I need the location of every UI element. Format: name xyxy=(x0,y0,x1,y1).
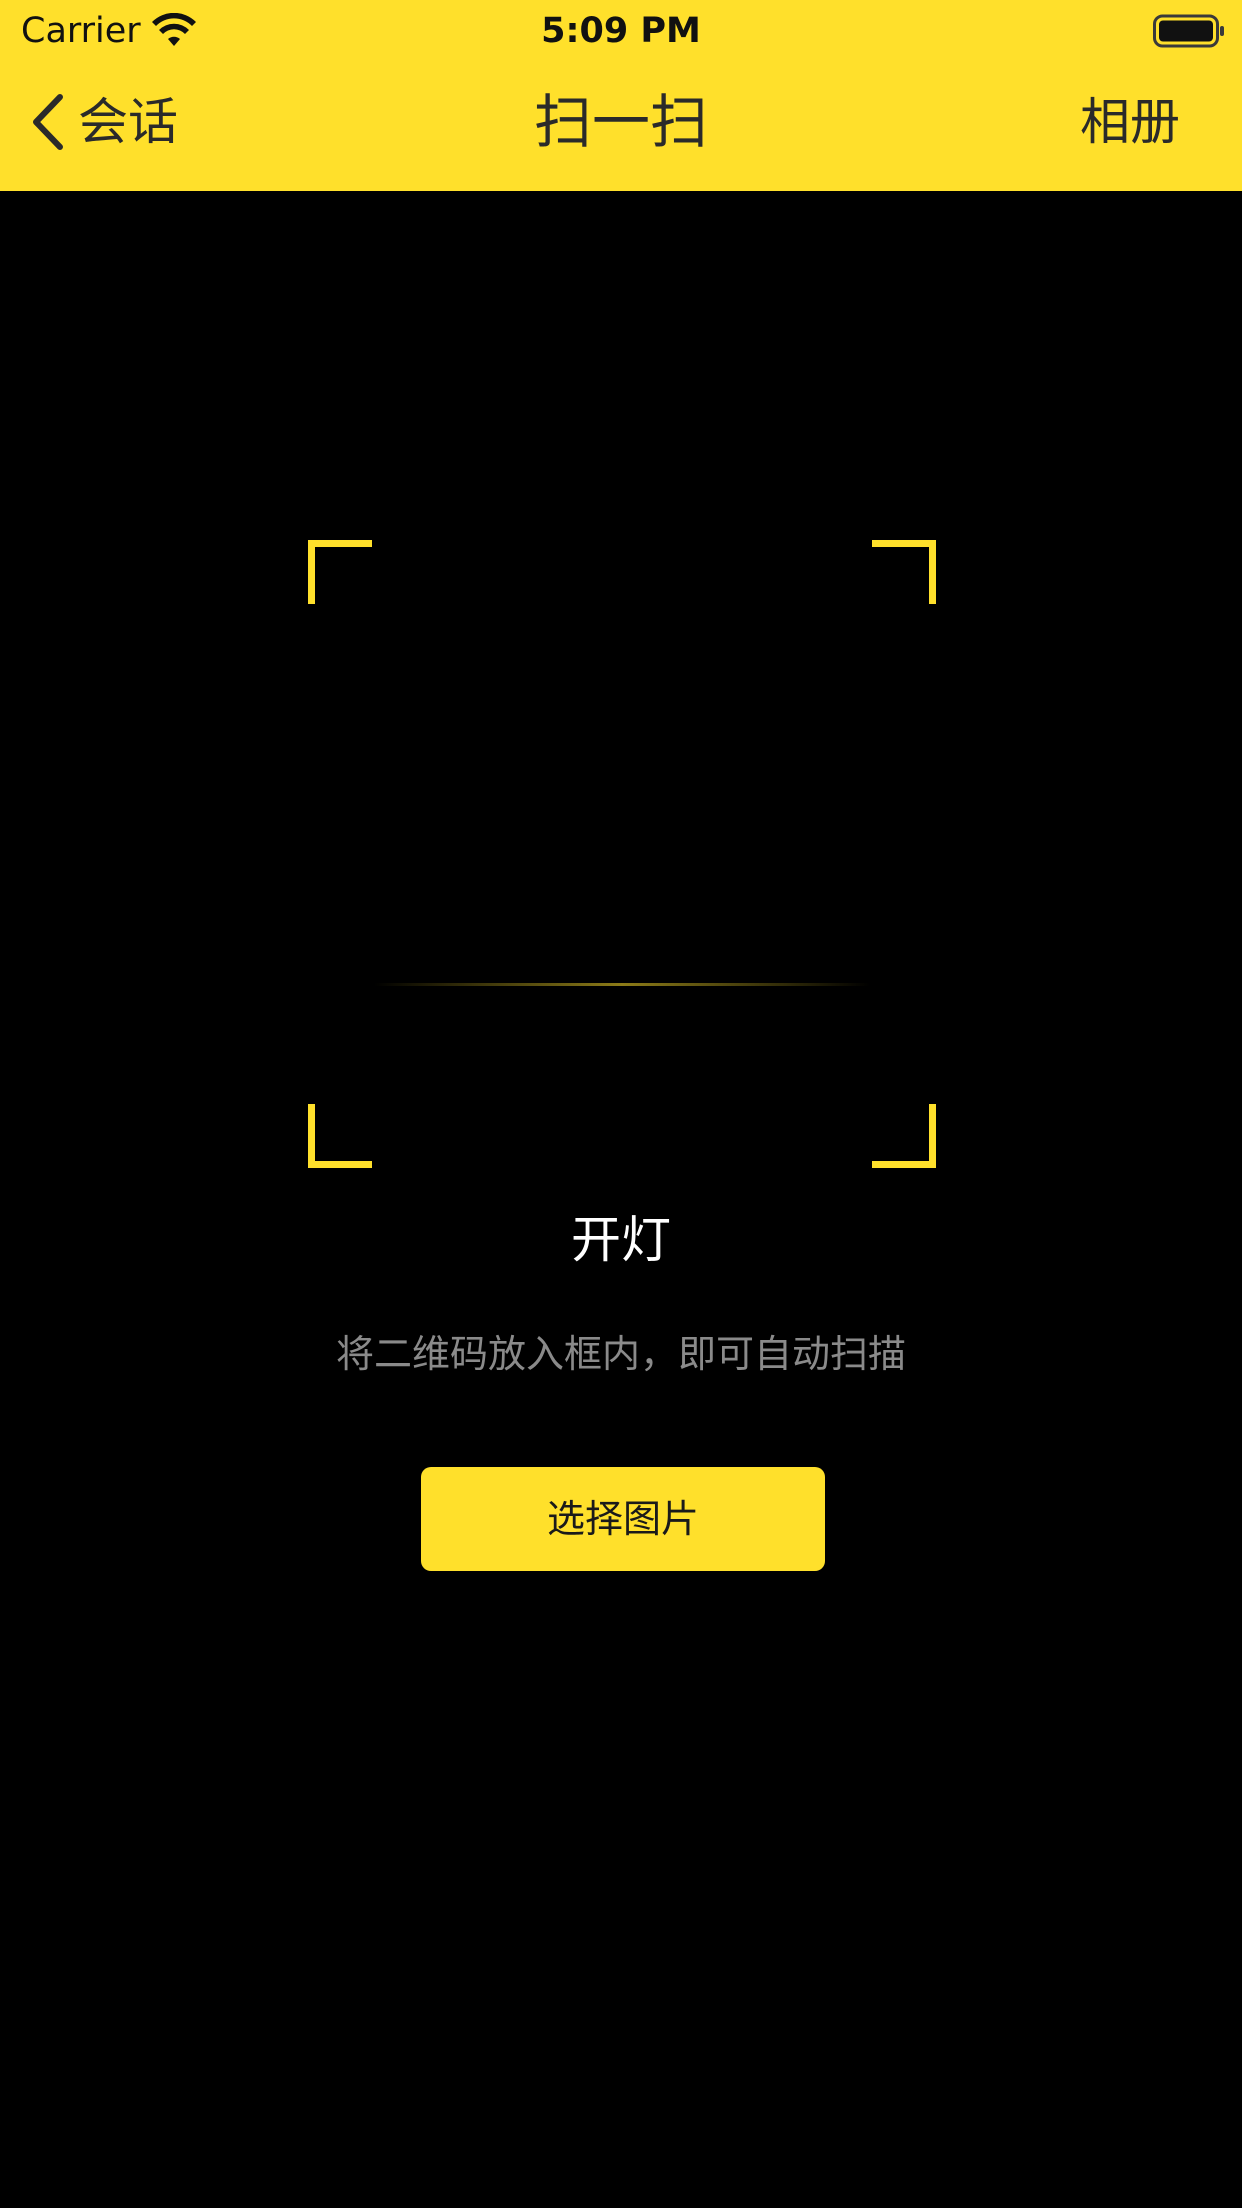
battery-full-icon xyxy=(1153,14,1224,48)
scan-frame-corner-top-left xyxy=(308,540,372,604)
scan-frame xyxy=(308,540,936,1168)
back-button-label: 会话 xyxy=(78,93,178,151)
scan-frame-corner-bottom-right xyxy=(872,1104,936,1168)
scan-screen: Carrier 5:09 PM 会话 扫一扫 相册 开灯 将二维码放入框内，即可… xyxy=(0,0,1242,2208)
chevron-left-icon xyxy=(33,94,63,150)
navigation-bar: 会话 扫一扫 相册 xyxy=(0,62,1242,191)
scan-line xyxy=(374,983,870,986)
status-bar: Carrier 5:09 PM xyxy=(0,0,1242,62)
flashlight-toggle-row: 开灯 xyxy=(0,1208,1242,1272)
header: Carrier 5:09 PM 会话 扫一扫 相册 xyxy=(0,0,1242,191)
album-button[interactable]: 相册 xyxy=(1080,90,1180,154)
select-image-button[interactable]: 选择图片 xyxy=(421,1467,825,1571)
status-time: 5:09 PM xyxy=(541,11,701,51)
flashlight-toggle-button[interactable]: 开灯 xyxy=(571,1211,671,1269)
back-button[interactable]: 会话 xyxy=(30,90,178,154)
scan-hint: 将二维码放入框内，即可自动扫描 xyxy=(335,1332,906,1376)
scan-frame-corner-top-right xyxy=(872,540,936,604)
page-title: 扫一扫 xyxy=(533,88,708,156)
scan-frame-corner-bottom-left xyxy=(308,1104,372,1168)
